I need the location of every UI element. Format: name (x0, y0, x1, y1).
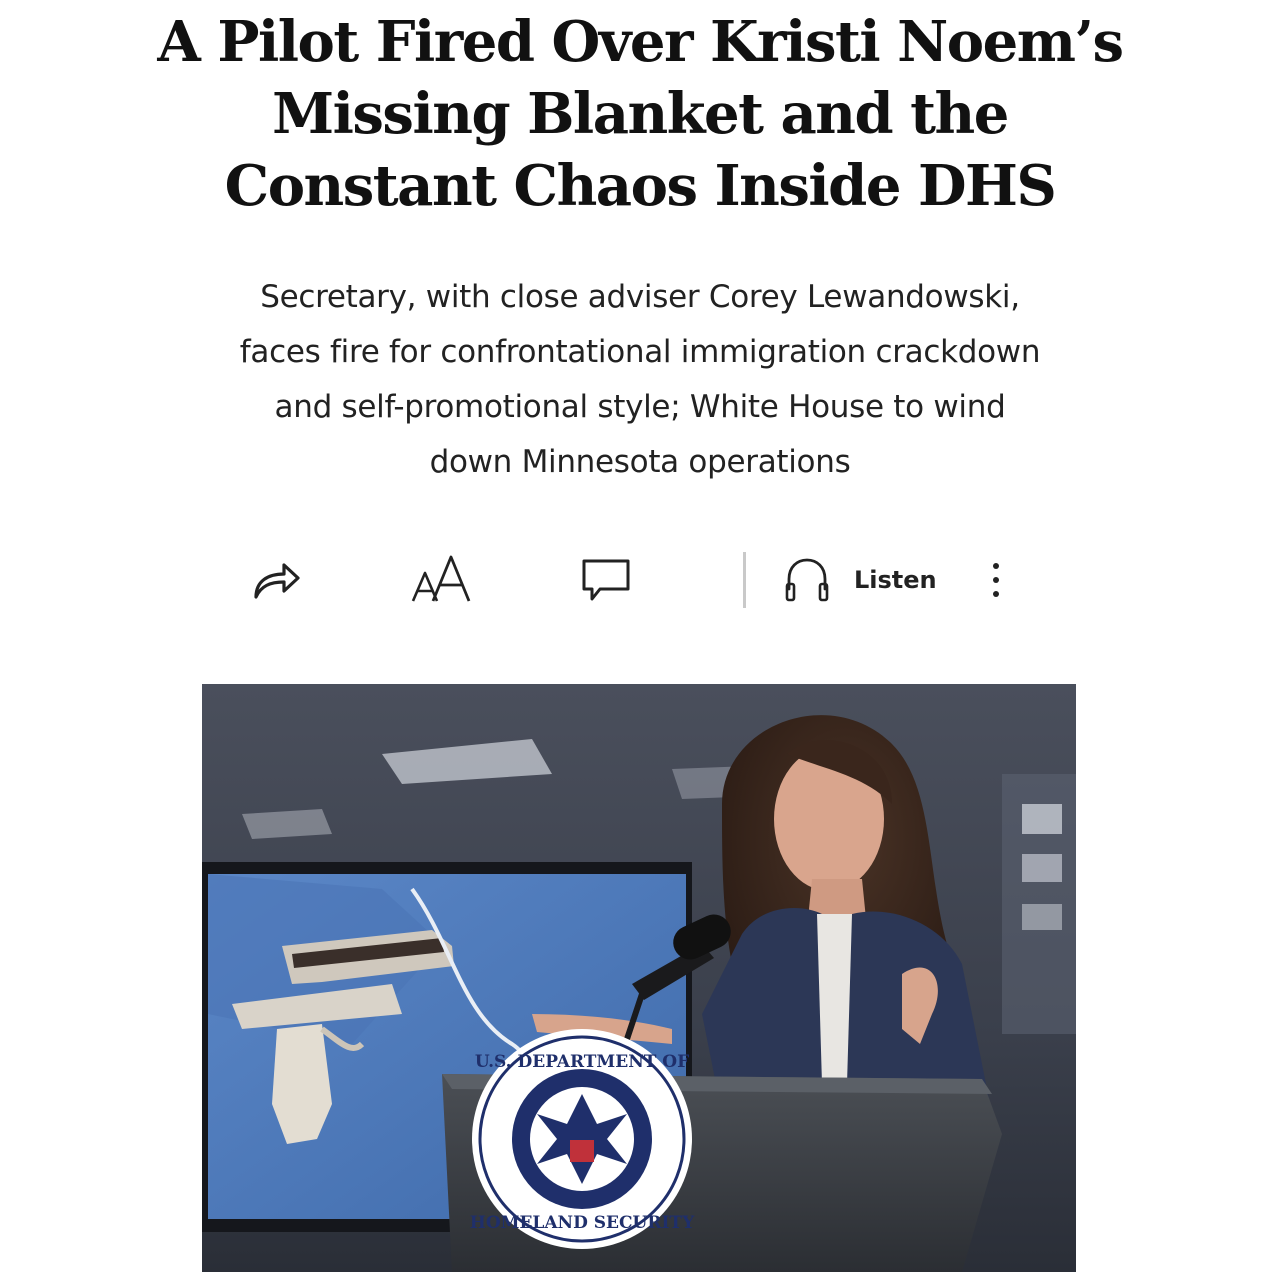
share-arrow-icon (248, 555, 304, 605)
article-headline: A Pilot Fired Over Kristi Noem’s Missing… (157, 9, 1124, 219)
listen-label: Listen (854, 566, 937, 594)
toolbar-divider (743, 552, 746, 608)
share-button[interactable] (244, 552, 308, 608)
article-dek: Secretary, with close adviser Corey Lewa… (239, 279, 1041, 480)
article-toolbar: Listen (0, 540, 1280, 620)
hero-photo: U.S. DEPARTMENT OF HOMELAND SECURITY (202, 684, 1076, 1272)
seal-text-bottom: HOMELAND SECURITY (470, 1213, 695, 1233)
headphones-icon (782, 555, 832, 605)
text-size-button[interactable] (404, 552, 478, 608)
comment-bubble-icon (578, 555, 634, 605)
listen-button[interactable]: Listen (782, 552, 942, 608)
more-options-button[interactable] (976, 552, 1016, 608)
vertical-ellipsis-icon (990, 560, 1002, 600)
text-size-icon (409, 553, 473, 607)
comments-button[interactable] (574, 552, 638, 608)
seal-text-top: U.S. DEPARTMENT OF (475, 1052, 689, 1072)
